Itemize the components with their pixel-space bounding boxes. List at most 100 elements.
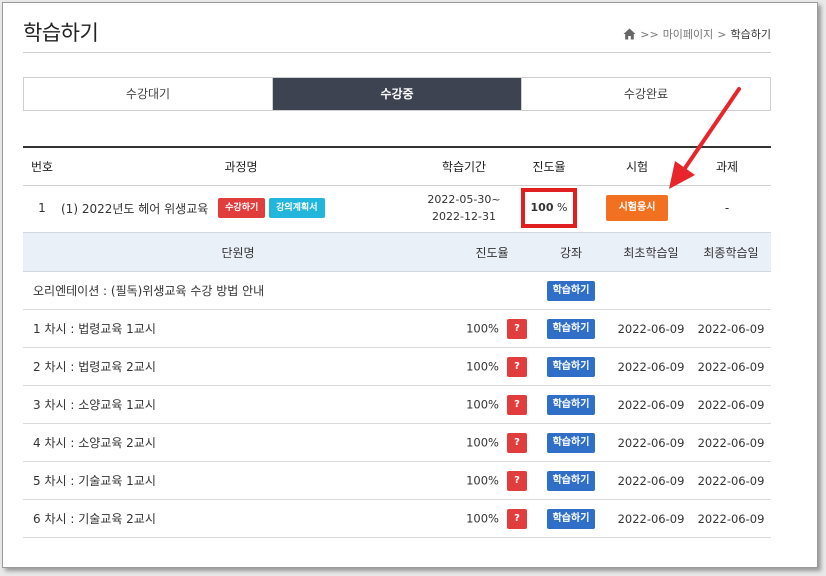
unit-first-date: 2022-06-09 xyxy=(611,423,691,462)
unit-last-date: 2022-06-09 xyxy=(691,385,771,424)
unit-row: 5 차시 : 기술교육 1교시 100%? 학습하기 2022-06-09 20… xyxy=(23,461,771,500)
study-button[interactable]: 학습하기 xyxy=(547,470,595,491)
study-badge[interactable]: 수강하기 xyxy=(218,198,266,219)
col-lecture: 강좌 xyxy=(531,232,611,272)
question-button[interactable]: ? xyxy=(507,432,527,453)
unit-table-header: 단원명 진도율 강좌 최초학습일 최종학습일 xyxy=(23,232,771,272)
unit-first-date: 2022-06-09 xyxy=(611,461,691,500)
course-name-cell: (1) 2022년도 헤어 위생교육 수강하기 강의계획서 xyxy=(61,185,421,231)
unit-lecture-cell: 학습하기 xyxy=(531,271,611,310)
unit-last-date: 2022-06-09 xyxy=(691,499,771,538)
course-name: (1) 2022년도 헤어 위생교육 xyxy=(61,201,209,216)
course-exam-cell: 시험응시 xyxy=(591,185,683,231)
col-period: 학습기간 xyxy=(421,147,507,186)
unit-table: 단원명 진도율 강좌 최초학습일 최종학습일 오리엔테이션 : (필독)위생교육… xyxy=(23,232,771,538)
unit-row: 3 차시 : 소양교육 1교시 100%? 학습하기 2022-06-09 20… xyxy=(23,385,771,424)
unit-first-date xyxy=(611,271,691,310)
unit-progress-cell: 100%? xyxy=(453,347,531,386)
unit-name: 1 차시 : 법령교육 1교시 xyxy=(23,309,453,348)
unit-name: 오리엔테이션 : (필독)위생교육 수강 방법 안내 xyxy=(23,271,453,310)
unit-progress-cell: 100%? xyxy=(453,499,531,538)
breadcrumb-mypage[interactable]: 마이페이지 xyxy=(663,26,714,42)
col-unit-progress: 진도율 xyxy=(453,232,531,272)
col-course-name: 과정명 xyxy=(61,147,421,186)
unit-name: 3 차시 : 소양교육 1교시 xyxy=(23,385,453,424)
unit-progress: 100% xyxy=(466,321,499,335)
unit-lecture-cell: 학습하기 xyxy=(531,423,611,462)
period-start: 2022-05-30~ xyxy=(427,193,501,207)
tab-in-progress[interactable]: 수강중 xyxy=(273,78,522,110)
progress-highlight: 100 % xyxy=(521,188,577,229)
unit-name: 2 차시 : 법령교육 2교시 xyxy=(23,347,453,386)
progress-unit: % xyxy=(557,201,568,215)
take-exam-button[interactable]: 시험응시 xyxy=(605,195,669,222)
unit-progress xyxy=(453,271,531,310)
unit-lecture-cell: 학습하기 xyxy=(531,499,611,538)
unit-last-date: 2022-06-09 xyxy=(691,423,771,462)
unit-first-date: 2022-06-09 xyxy=(611,347,691,386)
unit-last-date xyxy=(691,271,771,310)
unit-row: 4 차시 : 소양교육 2교시 100%? 학습하기 2022-06-09 20… xyxy=(23,423,771,462)
tab-waiting[interactable]: 수강대기 xyxy=(24,78,273,110)
home-icon[interactable] xyxy=(623,28,636,40)
study-button[interactable]: 학습하기 xyxy=(547,508,595,529)
unit-row: 6 차시 : 기술교육 2교시 100%? 학습하기 2022-06-09 20… xyxy=(23,499,771,538)
course-progress-cell: 100 % xyxy=(507,185,591,231)
unit-lecture-cell: 학습하기 xyxy=(531,309,611,348)
col-assignment: 과제 xyxy=(683,147,771,186)
study-button[interactable]: 학습하기 xyxy=(547,394,595,415)
breadcrumb-current: 학습하기 xyxy=(730,28,771,41)
question-button[interactable]: ? xyxy=(507,394,527,415)
unit-progress: 100% xyxy=(466,473,499,487)
unit-progress-cell: 100%? xyxy=(453,423,531,462)
col-unit-name: 단원명 xyxy=(23,232,453,272)
question-button[interactable]: ? xyxy=(507,470,527,491)
unit-progress-cell: 100%? xyxy=(453,461,531,500)
question-button[interactable]: ? xyxy=(507,318,527,339)
unit-first-date: 2022-06-09 xyxy=(611,499,691,538)
unit-name: 6 차시 : 기술교육 2교시 xyxy=(23,499,453,538)
question-button[interactable]: ? xyxy=(507,508,527,529)
unit-progress-cell: 100%? xyxy=(453,385,531,424)
page-title: 학습하기 xyxy=(23,21,99,45)
syllabus-badge[interactable]: 강의계획서 xyxy=(269,198,325,219)
unit-last-date: 2022-06-09 xyxy=(691,347,771,386)
unit-lecture-cell: 학습하기 xyxy=(531,385,611,424)
breadcrumb-separator: > xyxy=(717,27,727,41)
period-end: 2022-12-31 xyxy=(432,210,496,224)
question-button[interactable]: ? xyxy=(507,356,527,377)
breadcrumb-separator: >> xyxy=(640,27,659,41)
course-status-tabs: 수강대기 수강중 수강완료 xyxy=(23,77,771,111)
unit-progress: 100% xyxy=(466,359,499,373)
col-exam: 시험 xyxy=(591,147,683,186)
unit-last-date: 2022-06-09 xyxy=(691,309,771,348)
unit-first-date: 2022-06-09 xyxy=(611,385,691,424)
unit-row: 오리엔테이션 : (필독)위생교육 수강 방법 안내 학습하기 xyxy=(23,271,771,310)
study-button[interactable]: 학습하기 xyxy=(547,356,595,377)
page-header: 학습하기 >> 마이페이지 > 학습하기 xyxy=(23,17,771,53)
unit-lecture-cell: 학습하기 xyxy=(531,347,611,386)
unit-progress: 100% xyxy=(466,435,499,449)
unit-first-date: 2022-06-09 xyxy=(611,309,691,348)
study-button[interactable]: 학습하기 xyxy=(547,432,595,453)
tab-completed[interactable]: 수강완료 xyxy=(522,78,770,110)
col-progress: 진도율 xyxy=(507,147,591,186)
course-table: 번호 과정명 학습기간 진도율 시험 과제 1 (1) 2022년도 헤어 위생… xyxy=(23,146,771,231)
course-row: 1 (1) 2022년도 헤어 위생교육 수강하기 강의계획서 2022-05-… xyxy=(23,185,771,231)
course-assignment: - xyxy=(724,201,730,216)
study-button[interactable]: 학습하기 xyxy=(547,280,595,301)
page-frame: 학습하기 >> 마이페이지 > 학습하기 수강대기 수강중 수강완료 번호 과정… xyxy=(2,2,818,568)
study-button[interactable]: 학습하기 xyxy=(547,318,595,339)
course-table-header: 번호 과정명 학습기간 진도율 시험 과제 xyxy=(23,147,771,186)
unit-progress: 100% xyxy=(466,397,499,411)
unit-row: 2 차시 : 법령교육 2교시 100%? 학습하기 2022-06-09 20… xyxy=(23,347,771,386)
breadcrumb: >> 마이페이지 > 학습하기 xyxy=(623,26,771,42)
progress-value: 100 xyxy=(530,201,554,215)
unit-last-date: 2022-06-09 xyxy=(691,461,771,500)
course-no: 1 xyxy=(38,201,46,216)
unit-progress: 100% xyxy=(466,511,499,525)
col-first-study: 최초학습일 xyxy=(611,232,691,272)
unit-lecture-cell: 학습하기 xyxy=(531,461,611,500)
unit-progress-cell: 100%? xyxy=(453,309,531,348)
unit-name: 5 차시 : 기술교육 1교시 xyxy=(23,461,453,500)
